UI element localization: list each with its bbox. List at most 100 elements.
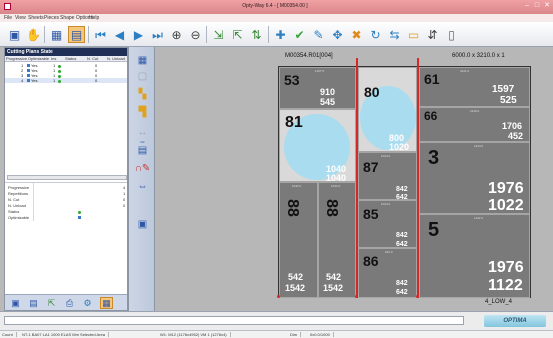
status-count: Count (2, 332, 17, 337)
accept-icon[interactable]: ✔ (291, 26, 308, 43)
sheet-icon[interactable]: ▭ (405, 26, 422, 43)
status-bar: Count NT-1 BA07 LA1 1000 ELAS Mm Selecte… (0, 330, 553, 338)
row-ins: 1 (53, 78, 56, 83)
panel-title: Cutting Plans State (5, 48, 127, 56)
zoom-out-icon[interactable]: ⊖ (187, 26, 204, 43)
stack-icon[interactable]: ▜ (134, 105, 151, 119)
piece-86[interactable]: 86 642.0 842 642 (358, 248, 417, 298)
hand-icon[interactable]: ✋ (25, 26, 42, 43)
clipboard-icon[interactable]: ▯ (443, 26, 460, 43)
minimize-button[interactable]: – (523, 1, 531, 11)
mirror-icon[interactable]: ⇆ (386, 26, 403, 43)
previous-icon[interactable]: ◀ (111, 26, 128, 43)
progress-bar (4, 316, 464, 325)
col-ins[interactable]: Ins (51, 56, 56, 61)
sheet-size: 6000.0 x 3210.0 x 1 (452, 53, 505, 59)
first-icon[interactable]: ⏮ (92, 26, 109, 43)
status-dot-icon (78, 211, 81, 214)
status-selection: W1: M12 (1176x4952) VM 1 (1276x4) (160, 332, 231, 337)
rotate-icon[interactable]: ↻ (367, 26, 384, 43)
print-icon[interactable]: ⎙ (63, 297, 76, 309)
piece-5[interactable]: 5 1122.0 1976 1122 (419, 214, 530, 298)
cut-marker-icon (355, 295, 358, 298)
col-progressive[interactable]: Progressive (6, 56, 27, 61)
edit-icon[interactable]: ✎ (310, 26, 327, 43)
piece-87[interactable]: 87 1024.0 842 642 (358, 152, 417, 201)
menu-file[interactable]: File (4, 15, 12, 21)
arrow-icon[interactable]: ↔ (134, 125, 151, 139)
window-title: Opty-Way 6.4 - [ M00354.00 ] (242, 3, 308, 9)
col-optimizable[interactable]: Optimizable (28, 56, 49, 61)
panel-icon[interactable]: ▣ (134, 217, 151, 231)
menu-bar: File View Sheets Pieces Shape Options He… (0, 14, 553, 22)
piece-53[interactable]: 53 1107.5 910 545 (279, 67, 356, 109)
export-alt-icon[interactable]: ⇅ (248, 26, 265, 43)
cutting-plans-panel: Cutting Plans State Progressive Optimiza… (4, 47, 128, 311)
list-view-icon[interactable]: ▤ (68, 26, 85, 43)
prop-n-cut: N. Cut 0 (8, 197, 126, 202)
pieces-icon[interactable]: ▢ (134, 69, 151, 83)
bottom-strip: OPTIMA (0, 311, 553, 330)
prop-n-unload: N. Unload 0 (8, 203, 126, 208)
status-dim: Dim (290, 332, 302, 337)
sort-az-icon[interactable]: ⇵ (424, 26, 441, 43)
app-icon (4, 3, 11, 10)
prop-optimizable: Optimizable (5, 215, 127, 220)
panel-button-bar: ▣ ▤ ⇱ ⎙ ⚙ ▦ (5, 294, 127, 310)
status-settings: NT-1 BA07 LA1 1000 ELAS Mm Selected Area (22, 332, 109, 337)
main-toolbar: ▣ ✋ ▦ ▤ ⏮ ◀ ▶ ⏭ ⊕ ⊖ ⇲ ⇱ ⇅ ✚ ✔ ✎ ✥ ✖ ↻ ⇆ … (0, 22, 553, 47)
sheet-icon[interactable]: ▦ (134, 53, 151, 67)
add-cut-icon[interactable]: ✚ (272, 26, 289, 43)
cut-line[interactable] (356, 58, 358, 298)
col-status[interactable]: Status (65, 56, 76, 61)
piece-66[interactable]: 66 2146.0 1706 452 (419, 107, 530, 142)
prop-repetitions: Repetitions 1 (8, 191, 126, 196)
layout-icon[interactable]: ▦ (100, 297, 113, 309)
col-n-unload[interactable]: N. Unload (107, 56, 125, 61)
cut-marker-icon (277, 295, 280, 298)
title-bar: Opty-Way 6.4 - [ M00354.00 ] – □ ✕ (0, 0, 553, 14)
status-dot-icon (58, 80, 61, 83)
piece-81[interactable]: 81 1040 1040 (279, 109, 356, 183)
piece-61[interactable]: 61 3121.0 1597 525 (419, 67, 530, 107)
move-icon[interactable]: ✥ (329, 26, 346, 43)
maximize-button[interactable]: □ (533, 1, 541, 11)
vertical-toolbar: ▦ ▢ ▚ ▜ ↔ M2 ▤ ∩✎ ⇔ ▣ (128, 47, 155, 311)
settings-icon[interactable]: ⚙ (81, 297, 94, 309)
row-n-cut: 0 (95, 78, 98, 83)
export-icon[interactable]: ⇱ (229, 26, 246, 43)
grid-view-icon[interactable]: ▦ (48, 26, 65, 43)
piece-80[interactable]: 80 800 1020 (358, 67, 417, 152)
last-icon[interactable]: ⏭ (149, 26, 166, 43)
m2-icon[interactable]: ▤ (27, 297, 40, 309)
distance-icon[interactable]: ⇔ (134, 179, 151, 193)
optima-logo: OPTIMA (484, 315, 546, 327)
new-plan-icon[interactable]: ▣ (9, 297, 22, 309)
piece-3[interactable]: 3 2144.0 1976 1022 (419, 142, 530, 214)
menu-sheets[interactable]: Sheets (28, 15, 44, 21)
cut-icon[interactable]: M2 ▤ (134, 140, 151, 157)
menu-pieces[interactable]: Pieces (44, 15, 59, 21)
properties-grid: Progressive 4 Repetitions 1 N. Cut 0 N. … (5, 182, 127, 246)
cut-line[interactable] (417, 58, 419, 298)
export-plan-icon[interactable]: ⇱ (45, 297, 58, 309)
table-row-selected[interactable]: 4 Yes 1 0 (5, 78, 127, 83)
next-icon[interactable]: ▶ (130, 26, 147, 43)
close-button[interactable]: ✕ (543, 1, 551, 11)
menu-view[interactable]: View (15, 15, 26, 21)
status-coords: 0x0.0/1000 (310, 332, 334, 337)
delete-icon[interactable]: ✖ (348, 26, 365, 43)
piece-88a[interactable]: 88 1042.0 542 1542 (279, 182, 318, 298)
piece-85[interactable]: 85 1024.0 842 642 (358, 200, 417, 248)
col-n-cut[interactable]: N. Cut (87, 56, 98, 61)
row-progressive: 4 (21, 78, 24, 83)
pen-icon[interactable]: ∩✎ (134, 161, 151, 175)
horizontal-scrollbar[interactable] (7, 175, 127, 180)
zoom-in-icon[interactable]: ⊕ (168, 26, 185, 43)
menu-help[interactable]: Help (89, 15, 99, 21)
layout-icon[interactable]: ▚ (134, 87, 151, 101)
row-optimizable: Yes (31, 78, 38, 83)
import-icon[interactable]: ⇲ (210, 26, 227, 43)
piece-88b[interactable]: 88 1042.0 542 1542 (318, 182, 356, 298)
save-icon[interactable]: ▣ (6, 26, 23, 43)
